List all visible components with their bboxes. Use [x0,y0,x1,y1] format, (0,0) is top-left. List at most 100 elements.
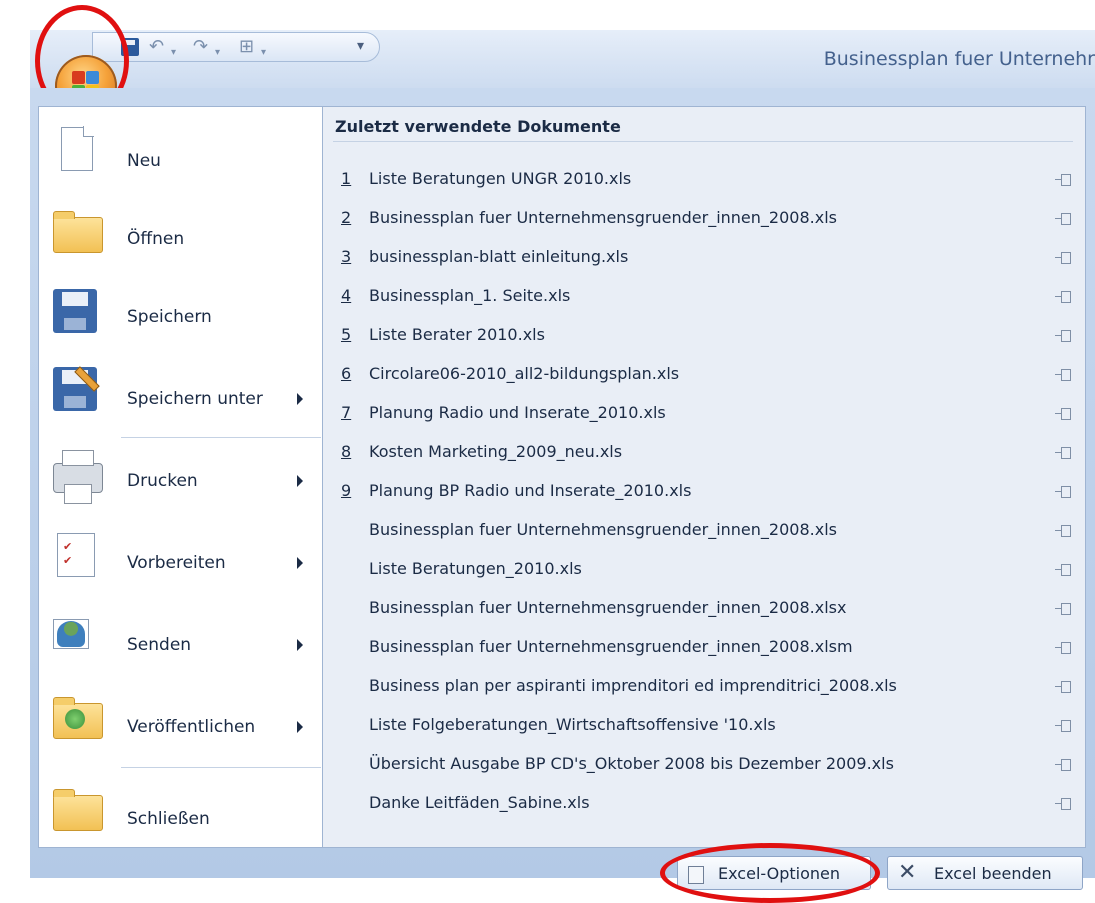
pin-icon[interactable] [1055,522,1071,538]
pin-icon[interactable] [1055,327,1071,343]
recent-document-item[interactable]: Businessplan fuer Unternehmensgruender_i… [323,520,1085,550]
pin-icon[interactable] [1055,405,1071,421]
recent-document-item[interactable]: 2 Businessplan fuer Unternehmensgruender_… [323,208,1085,238]
menu-item-new[interactable]: Neu [39,117,323,187]
recent-document-number: 3 [341,247,352,266]
undo-dropdown-icon[interactable]: ▾ [171,43,176,63]
close-folder-icon [53,789,103,831]
recent-document-name: Businessplan fuer Unternehmensgruender_i… [369,520,837,539]
quick-access-toolbar: ↶ ▾ ↷ ▾ ⊞ ▾ [92,32,380,62]
pin-icon[interactable] [1055,678,1071,694]
recent-document-item[interactable]: 9 Planung BP Radio und Inserate_2010.xls [323,481,1085,511]
recent-document-name: Liste Beratungen_2010.xls [369,559,582,578]
globe-icon [65,709,85,729]
recent-document-item[interactable]: 4 Businessplan_1. Seite.xls [323,286,1085,316]
submenu-arrow-icon [297,557,303,569]
office-menu: Neu Öffnen Speichern Speichern unter Dru… [30,88,1095,890]
recent-document-item[interactable]: 7 Planung Radio und Inserate_2010.xls [323,403,1085,433]
pin-icon[interactable] [1055,444,1071,460]
save-floppy-icon [53,289,97,333]
pin-icon[interactable] [1055,288,1071,304]
recent-document-name: businessplan-blatt einleitung.xls [369,247,629,266]
recent-document-item[interactable]: 5 Liste Berater 2010.xls [323,325,1085,355]
menu-separator [121,767,321,768]
recent-document-item[interactable]: Businessplan fuer Unternehmensgruender_i… [323,637,1085,667]
recent-document-item[interactable]: 8 Kosten Marketing_2009_neu.xls [323,442,1085,472]
menu-item-print[interactable]: Drucken [39,445,323,515]
recent-document-name: Liste Folgeberatungen_Wirtschaftsoffensi… [369,715,776,734]
recent-document-number: 6 [341,364,352,383]
recent-document-item[interactable]: 3 businessplan-blatt einleitung.xls [323,247,1085,277]
recent-document-number: 9 [341,481,352,500]
menu-separator [121,437,321,438]
pin-icon[interactable] [1055,639,1071,655]
recent-document-name: Businessplan_1. Seite.xls [369,286,571,305]
recent-document-item[interactable]: Übersicht Ausgabe BP CD's_Oktober 2008 b… [323,754,1085,784]
pin-icon[interactable] [1055,717,1071,733]
pin-icon[interactable] [1055,249,1071,265]
pin-icon[interactable] [1055,483,1071,499]
title-bar: ↶ ▾ ↷ ▾ ⊞ ▾ ▾ Businessplan fuer Unterneh… [30,30,1095,88]
menu-item-publish[interactable]: Veröffentlichen [39,689,323,759]
recent-document-name: Circolare06-2010_all2-bildungsplan.xls [369,364,680,383]
menu-item-label: Neu [127,151,161,171]
recent-document-name: Businessplan fuer Unternehmensgruender_i… [369,598,847,617]
pin-icon[interactable] [1055,366,1071,382]
pin-icon[interactable] [1055,561,1071,577]
printer-icon [53,450,103,504]
office-menu-commands: Neu Öffnen Speichern Speichern unter Dru… [38,106,323,848]
recent-document-item[interactable]: Businessplan fuer Unternehmensgruender_i… [323,598,1085,628]
pin-icon[interactable] [1055,210,1071,226]
people-icon [57,621,85,647]
redo-dropdown-icon[interactable]: ▾ [215,43,220,63]
recent-document-number: 8 [341,442,352,461]
menu-item-label: Schließen [127,809,210,829]
menu-item-close[interactable]: Schließen [39,775,323,845]
recent-document-number: 2 [341,208,352,227]
submenu-arrow-icon [297,721,303,733]
options-button-highlight [660,843,880,903]
menu-item-prepare[interactable]: ✔ ✔ Vorbereiten [39,525,323,595]
pin-icon[interactable] [1055,795,1071,811]
menu-item-save-as[interactable]: Speichern unter [39,357,323,427]
menu-item-label: Veröffentlichen [127,717,256,737]
menu-item-label: Drucken [127,471,198,491]
menu-item-label: Vorbereiten [127,553,226,573]
customize-toolbar-icon[interactable]: ▾ [357,36,364,56]
window-title: Businessplan fuer Unternehr [823,48,1095,70]
recent-document-item[interactable]: 6 Circolare06-2010_all2-bildungsplan.xls [323,364,1085,394]
recent-document-name: Planung BP Radio und Inserate_2010.xls [369,481,692,500]
redo-icon[interactable]: ↷ [193,37,208,57]
layout-icon[interactable]: ⊞ [239,37,254,57]
heading-divider [333,141,1073,142]
pin-icon[interactable] [1055,171,1071,187]
submenu-arrow-icon [297,393,303,405]
menu-item-label: Senden [127,635,192,655]
recent-document-number: 7 [341,403,352,422]
recent-document-name: Kosten Marketing_2009_neu.xls [369,442,623,461]
recent-document-item[interactable]: Danke Leitfäden_Sabine.xls [323,793,1085,823]
recent-document-item[interactable]: Liste Folgeberatungen_Wirtschaftsoffensi… [323,715,1085,745]
menu-item-send[interactable]: Senden [39,607,323,677]
undo-icon[interactable]: ↶ [149,37,164,57]
recent-documents-pane: Zuletzt verwendete Dokumente 1 Liste Bera… [322,106,1086,848]
menu-item-label: Speichern unter [127,389,263,409]
recent-document-name: Businessplan fuer Unternehmensgruender_i… [369,637,853,656]
menu-item-label: Öffnen [127,229,185,249]
open-folder-icon [53,211,103,253]
recent-document-item[interactable]: Business plan per aspiranti imprenditori… [323,676,1085,706]
pin-icon[interactable] [1055,756,1071,772]
menu-item-save[interactable]: Speichern [39,277,323,347]
recent-document-item[interactable]: 1 Liste Beratungen UNGR 2010.xls [323,169,1085,199]
menu-item-label: Speichern [127,307,212,327]
pin-icon[interactable] [1055,600,1071,616]
recent-document-name: Planung Radio und Inserate_2010.xls [369,403,666,422]
recent-document-number: 1 [341,169,352,188]
layout-dropdown-icon[interactable]: ▾ [261,43,266,63]
recent-document-item[interactable]: Liste Beratungen_2010.xls [323,559,1085,589]
recent-document-name: Liste Berater 2010.xls [369,325,545,344]
recent-document-number: 5 [341,325,352,344]
excel-exit-button[interactable]: ✕ Excel beenden [887,856,1083,890]
excel-exit-label: Excel beenden [934,864,1052,883]
menu-item-open[interactable]: Öffnen [39,199,323,269]
